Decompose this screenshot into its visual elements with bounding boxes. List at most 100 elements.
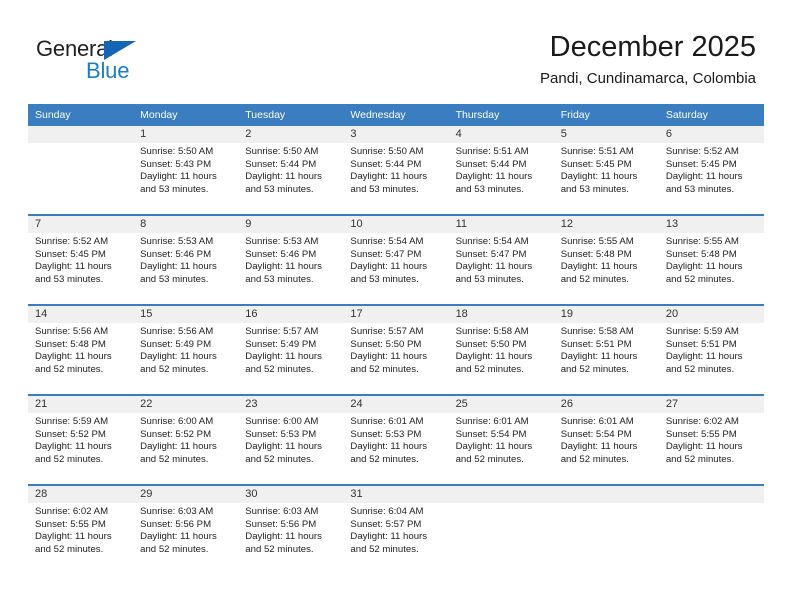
daylight-text: Daylight: 11 hours and 52 minutes. bbox=[350, 531, 428, 555]
calendar-body: 1 Sunrise: 5:50 AM Sunset: 5:43 PM Daylight… bbox=[28, 126, 764, 574]
calendar-cell: 1 Sunrise: 5:50 AM Sunset: 5:43 PM Daylight… bbox=[133, 126, 239, 215]
day-number-band: 17 bbox=[343, 306, 449, 323]
daylight-text: Daylight: 11 hours and 53 minutes. bbox=[560, 171, 638, 195]
sunrise-text: Sunrise: 6:03 AM bbox=[245, 506, 319, 517]
day-number: 26 bbox=[560, 398, 573, 410]
day-cell[interactable]: 5 Sunrise: 5:51 AM Sunset: 5:45 PM Daylight… bbox=[553, 126, 659, 214]
page-subtitle: Pandi, Cundinamarca, Colombia bbox=[540, 70, 756, 87]
sunset-text: Sunset: 5:51 PM bbox=[560, 338, 632, 350]
day-info: Sunrise: 5:52 AM Sunset: 5:45 PM Daylight:… bbox=[28, 233, 133, 286]
daylight-text: Daylight: 11 hours and 53 minutes. bbox=[455, 171, 533, 195]
sunset-text: Sunset: 5:45 PM bbox=[665, 158, 737, 170]
day-number bbox=[449, 486, 554, 488]
day-number-band: 23 bbox=[238, 396, 344, 413]
day-cell[interactable]: 18 Sunrise: 5:58 AM Sunset: 5:50 PM Dayligh… bbox=[448, 306, 554, 394]
day-cell[interactable]: 28 Sunrise: 6:02 AM Sunset: 5:55 PM Dayligh… bbox=[28, 486, 134, 574]
sunrise-text: Sunrise: 6:01 AM bbox=[350, 416, 424, 427]
day-info: Sunrise: 5:50 AM Sunset: 5:44 PM Daylight:… bbox=[343, 143, 448, 196]
day-cell[interactable]: 6 Sunrise: 5:52 AM Sunset: 5:45 PM Daylight… bbox=[658, 126, 764, 214]
day-number-band: 15 bbox=[133, 306, 239, 323]
day-cell[interactable]: 10 Sunrise: 5:54 AM Sunset: 5:47 PM Dayligh… bbox=[343, 216, 449, 304]
calendar-cell: 9 Sunrise: 5:53 AM Sunset: 5:46 PM Daylight… bbox=[238, 214, 344, 305]
day-cell[interactable]: 29 Sunrise: 6:03 AM Sunset: 5:56 PM Dayligh… bbox=[133, 486, 239, 574]
day-number: 22 bbox=[140, 398, 153, 410]
day-cell[interactable]: 9 Sunrise: 5:53 AM Sunset: 5:46 PM Daylight… bbox=[238, 216, 344, 304]
day-cell[interactable]: 20 Sunrise: 5:59 AM Sunset: 5:51 PM Dayligh… bbox=[658, 306, 764, 394]
sunset-text: Sunset: 5:49 PM bbox=[140, 338, 212, 350]
day-cell[interactable]: 14 Sunrise: 5:56 AM Sunset: 5:48 PM Dayligh… bbox=[28, 306, 134, 394]
day-info: Sunrise: 5:51 AM Sunset: 5:45 PM Daylight:… bbox=[554, 143, 659, 196]
day-number-band: 20 bbox=[658, 306, 764, 323]
day-cell[interactable]: 15 Sunrise: 5:56 AM Sunset: 5:49 PM Dayligh… bbox=[133, 306, 239, 394]
daylight-text: Daylight: 11 hours and 52 minutes. bbox=[35, 531, 112, 555]
daylight-text: Daylight: 11 hours and 53 minutes. bbox=[140, 171, 217, 195]
daylight-text: Daylight: 11 hours and 52 minutes. bbox=[665, 441, 743, 465]
daylight-text: Daylight: 11 hours and 52 minutes. bbox=[35, 441, 112, 465]
day-cell[interactable]: 24 Sunrise: 6:01 AM Sunset: 5:53 PM Dayligh… bbox=[343, 396, 449, 484]
sunset-text: Sunset: 5:54 PM bbox=[560, 428, 632, 440]
day-info: Sunrise: 5:58 AM Sunset: 5:50 PM Daylight:… bbox=[449, 323, 554, 376]
daylight-text: Daylight: 11 hours and 53 minutes. bbox=[665, 171, 743, 195]
day-cell[interactable]: 31 Sunrise: 6:04 AM Sunset: 5:57 PM Dayligh… bbox=[343, 486, 449, 574]
day-cell[interactable]: 30 Sunrise: 6:03 AM Sunset: 5:56 PM Dayligh… bbox=[238, 486, 344, 574]
day-number: 12 bbox=[560, 218, 573, 230]
day-cell[interactable]: 12 Sunrise: 5:55 AM Sunset: 5:48 PM Dayligh… bbox=[553, 216, 659, 304]
day-cell[interactable]: 4 Sunrise: 5:51 AM Sunset: 5:44 PM Daylight… bbox=[448, 126, 554, 214]
calendar-cell: 15 Sunrise: 5:56 AM Sunset: 5:49 PM Dayligh… bbox=[133, 304, 239, 395]
daylight-text: Daylight: 11 hours and 52 minutes. bbox=[140, 351, 217, 375]
day-cell-empty bbox=[28, 126, 134, 214]
day-info: Sunrise: 6:01 AM Sunset: 5:54 PM Daylight:… bbox=[449, 413, 554, 466]
day-cell[interactable]: 21 Sunrise: 5:59 AM Sunset: 5:52 PM Dayligh… bbox=[28, 396, 134, 484]
daylight-text: Daylight: 11 hours and 53 minutes. bbox=[455, 261, 533, 285]
general-blue-logo[interactable]: General Blue bbox=[36, 36, 146, 84]
day-cell[interactable]: 27 Sunrise: 6:02 AM Sunset: 5:55 PM Dayligh… bbox=[658, 396, 764, 484]
day-cell[interactable]: 23 Sunrise: 6:00 AM Sunset: 5:53 PM Dayligh… bbox=[238, 396, 344, 484]
day-number: 25 bbox=[455, 398, 468, 410]
day-number-band bbox=[28, 126, 134, 143]
sunrise-text: Sunrise: 5:50 AM bbox=[245, 146, 319, 157]
daylight-text: Daylight: 11 hours and 53 minutes. bbox=[140, 261, 217, 285]
day-cell[interactable]: 13 Sunrise: 5:55 AM Sunset: 5:48 PM Dayligh… bbox=[658, 216, 764, 304]
day-cell[interactable]: 7 Sunrise: 5:52 AM Sunset: 5:45 PM Daylight… bbox=[28, 216, 134, 304]
day-cell[interactable]: 25 Sunrise: 6:01 AM Sunset: 5:54 PM Dayligh… bbox=[448, 396, 554, 484]
day-number-band: 25 bbox=[448, 396, 554, 413]
calendar-cell: 30 Sunrise: 6:03 AM Sunset: 5:56 PM Dayligh… bbox=[238, 484, 344, 574]
calendar-cell bbox=[658, 484, 764, 574]
calendar-cell: 22 Sunrise: 6:00 AM Sunset: 5:52 PM Dayligh… bbox=[133, 394, 239, 485]
day-number-band: 4 bbox=[448, 126, 554, 143]
day-number-band: 8 bbox=[133, 216, 239, 233]
day-cell[interactable]: 17 Sunrise: 5:57 AM Sunset: 5:50 PM Dayligh… bbox=[343, 306, 449, 394]
day-number-band bbox=[553, 486, 659, 503]
day-info: Sunrise: 6:02 AM Sunset: 5:55 PM Daylight:… bbox=[659, 413, 764, 466]
day-cell[interactable]: 26 Sunrise: 6:01 AM Sunset: 5:54 PM Dayligh… bbox=[553, 396, 659, 484]
sunrise-text: Sunrise: 5:50 AM bbox=[350, 146, 424, 157]
day-cell[interactable]: 22 Sunrise: 6:00 AM Sunset: 5:52 PM Dayligh… bbox=[133, 396, 239, 484]
day-number: 1 bbox=[140, 128, 147, 140]
day-info: Sunrise: 6:04 AM Sunset: 5:57 PM Daylight:… bbox=[343, 503, 448, 556]
day-cell[interactable]: 8 Sunrise: 5:53 AM Sunset: 5:46 PM Daylight… bbox=[133, 216, 239, 304]
day-info: Sunrise: 5:56 AM Sunset: 5:49 PM Daylight:… bbox=[133, 323, 238, 376]
sunset-text: Sunset: 5:48 PM bbox=[665, 248, 737, 260]
page-title: December 2025 bbox=[549, 31, 756, 63]
sunset-text: Sunset: 5:55 PM bbox=[665, 428, 737, 440]
day-cell[interactable]: 19 Sunrise: 5:58 AM Sunset: 5:51 PM Dayligh… bbox=[553, 306, 659, 394]
calendar-cell: 16 Sunrise: 5:57 AM Sunset: 5:49 PM Dayligh… bbox=[238, 304, 344, 395]
day-number-band: 26 bbox=[553, 396, 659, 413]
day-cell[interactable]: 1 Sunrise: 5:50 AM Sunset: 5:43 PM Daylight… bbox=[133, 126, 239, 214]
day-cell[interactable]: 16 Sunrise: 5:57 AM Sunset: 5:49 PM Dayligh… bbox=[238, 306, 344, 394]
day-cell[interactable]: 11 Sunrise: 5:54 AM Sunset: 5:47 PM Dayligh… bbox=[448, 216, 554, 304]
day-cell[interactable]: 2 Sunrise: 5:50 AM Sunset: 5:44 PM Daylight… bbox=[238, 126, 344, 214]
day-number: 28 bbox=[35, 488, 48, 500]
daylight-text: Daylight: 11 hours and 52 minutes. bbox=[140, 531, 217, 555]
day-number-band: 3 bbox=[343, 126, 449, 143]
day-number-band: 10 bbox=[343, 216, 449, 233]
day-info: Sunrise: 5:57 AM Sunset: 5:49 PM Daylight:… bbox=[238, 323, 343, 376]
sunset-text: Sunset: 5:51 PM bbox=[665, 338, 737, 350]
day-cell[interactable]: 3 Sunrise: 5:50 AM Sunset: 5:44 PM Daylight… bbox=[343, 126, 449, 214]
day-info: Sunrise: 5:50 AM Sunset: 5:44 PM Daylight:… bbox=[238, 143, 343, 196]
sunset-text: Sunset: 5:44 PM bbox=[455, 158, 527, 170]
daylight-text: Daylight: 11 hours and 52 minutes. bbox=[245, 531, 322, 555]
calendar-cell: 5 Sunrise: 5:51 AM Sunset: 5:45 PM Daylight… bbox=[553, 126, 659, 215]
calendar-cell: 25 Sunrise: 6:01 AM Sunset: 5:54 PM Dayligh… bbox=[448, 394, 554, 485]
day-number: 24 bbox=[350, 398, 363, 410]
